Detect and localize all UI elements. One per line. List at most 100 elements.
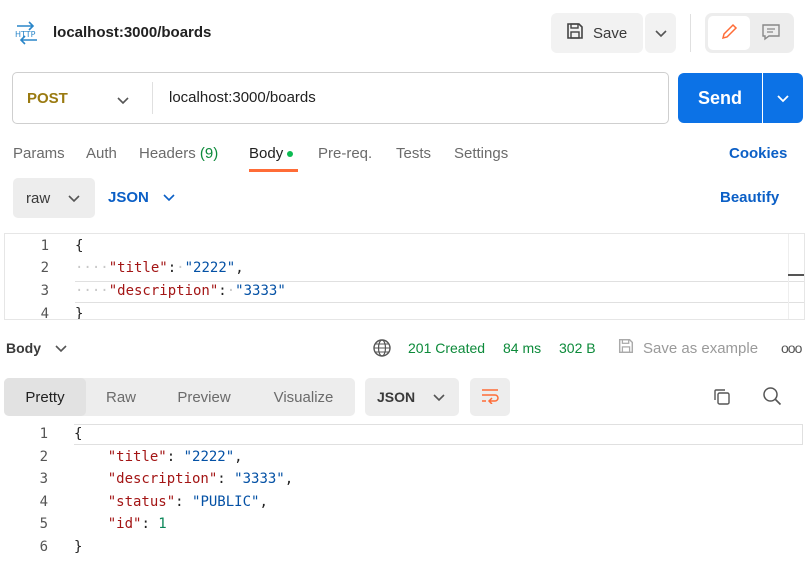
line-number: 6	[39, 539, 48, 555]
url-bar: POST localhost:3000/boards	[12, 72, 669, 124]
tab-prereq[interactable]: Pre-req.	[318, 145, 372, 162]
code-line: }	[74, 539, 82, 555]
close-brace: }	[75, 306, 84, 320]
line-number: 4	[39, 494, 48, 510]
body-format-dropdown[interactable]: JSON	[108, 189, 175, 206]
http-icon: HTTP	[13, 20, 41, 46]
line-number: 2	[40, 260, 49, 276]
response-format-dropdown[interactable]: JSON	[365, 378, 459, 416]
response-time[interactable]: 84 ms	[503, 340, 541, 356]
active-line-highlight	[74, 424, 803, 445]
wrap-lines-button[interactable]	[470, 378, 510, 416]
tab-headers[interactable]: Headers (9)	[139, 145, 218, 162]
code-line: ····"description":·"3333"	[75, 283, 286, 299]
wrap-lines-icon	[480, 388, 500, 407]
header-divider	[690, 14, 691, 52]
request-title[interactable]: localhost:3000/boards	[53, 24, 211, 41]
url-input[interactable]: localhost:3000/boards	[169, 89, 316, 106]
editor-scrollbar[interactable]	[788, 234, 804, 319]
code-line: "description": "3333",	[107, 471, 294, 487]
method-select[interactable]: POST	[27, 90, 68, 107]
search-icon[interactable]	[762, 386, 782, 409]
response-section-dropdown[interactable]: Body	[6, 340, 67, 356]
json-key: "description"	[107, 471, 218, 487]
send-button[interactable]: Send	[678, 73, 762, 123]
beautify-button[interactable]: Beautify	[720, 189, 779, 206]
json-value: "2222"	[183, 449, 235, 465]
tab-body[interactable]: Body	[249, 145, 294, 162]
comment-icon	[761, 23, 781, 44]
chevron-down-icon	[68, 190, 80, 207]
response-format-value: JSON	[377, 389, 416, 405]
cookies-link[interactable]: Cookies	[729, 145, 787, 162]
tab-pretty[interactable]: Pretty	[4, 378, 86, 416]
json-key: "title"	[107, 449, 167, 465]
body-mode-dropdown[interactable]: raw	[13, 178, 95, 218]
tab-auth[interactable]: Auth	[86, 145, 117, 162]
json-key: "description"	[108, 283, 219, 299]
save-label: Save	[593, 24, 628, 42]
tab-headers-label: Headers	[139, 145, 196, 162]
json-key: "title"	[108, 260, 168, 276]
chevron-down-icon	[163, 189, 175, 206]
scrollbar-marker	[788, 274, 804, 276]
line-number: 1	[40, 238, 49, 254]
edit-mode-button[interactable]	[708, 16, 750, 50]
response-view-tabs: Pretty Raw Preview Visualize	[4, 378, 355, 416]
line-number: 1	[39, 426, 48, 442]
line-number: 2	[39, 449, 48, 465]
code-line: "id": 1	[107, 516, 167, 532]
chevron-down-icon	[55, 340, 67, 356]
url-divider	[152, 82, 153, 114]
save-as-example-button[interactable]: Save as example	[617, 337, 758, 359]
chevron-down-icon[interactable]	[117, 92, 129, 108]
code-line: {	[75, 238, 83, 254]
svg-text:HTTP: HTTP	[15, 30, 36, 39]
status-code[interactable]: 201 Created	[408, 340, 485, 356]
tab-visualize[interactable]: Visualize	[252, 378, 355, 416]
json-value: "3333"	[234, 471, 285, 487]
json-value: 1	[158, 516, 167, 532]
code-line: "title": "2222",	[107, 449, 243, 465]
code-line: {	[74, 426, 82, 442]
tab-settings[interactable]: Settings	[454, 145, 508, 162]
line-number: 5	[39, 516, 48, 532]
tab-preview[interactable]: Preview	[156, 378, 252, 416]
save-icon	[617, 337, 635, 359]
tab-params[interactable]: Params	[13, 145, 65, 162]
json-value: "3333"	[235, 283, 286, 299]
more-options-icon[interactable]: ooo	[781, 340, 802, 356]
mode-toggle[interactable]	[705, 13, 794, 53]
body-format-value: JSON	[108, 189, 149, 206]
request-body-editor[interactable]: 1 2 3 4 { ····"title":·"2222", ····"desc…	[4, 233, 805, 320]
headers-count: (9)	[199, 145, 219, 162]
tab-tests[interactable]: Tests	[396, 145, 431, 162]
close-brace: }	[74, 539, 83, 555]
chevron-down-icon	[777, 90, 789, 106]
open-brace: {	[75, 238, 84, 254]
code-line: }	[75, 306, 84, 320]
globe-icon[interactable]	[372, 338, 392, 361]
save-options-button[interactable]	[645, 13, 676, 53]
json-value: "2222"	[184, 260, 236, 276]
response-section-label: Body	[6, 340, 41, 356]
line-number: 3	[40, 283, 49, 299]
send-options-button[interactable]	[763, 73, 803, 123]
pencil-icon	[720, 23, 738, 44]
code-line: "status": "PUBLIC",	[107, 494, 268, 510]
save-button[interactable]: Save	[551, 13, 643, 53]
tab-raw[interactable]: Raw	[86, 378, 156, 416]
comment-mode-button[interactable]	[751, 16, 791, 50]
response-body-viewer[interactable]: 1 2 3 4 5 6 { "title": "2222", "descript…	[4, 424, 812, 562]
save-icon	[565, 21, 585, 45]
copy-icon[interactable]	[712, 387, 732, 410]
code-line: ····"title":·"2222",	[75, 260, 244, 276]
body-mode-value: raw	[26, 189, 51, 207]
chevron-down-icon	[654, 25, 667, 41]
body-indicator-dot	[287, 151, 294, 158]
open-brace: {	[74, 426, 83, 442]
json-key: "id"	[107, 516, 142, 532]
response-size[interactable]: 302 B	[559, 340, 596, 356]
save-as-example-label: Save as example	[643, 339, 759, 357]
tab-body-label: Body	[249, 145, 284, 162]
